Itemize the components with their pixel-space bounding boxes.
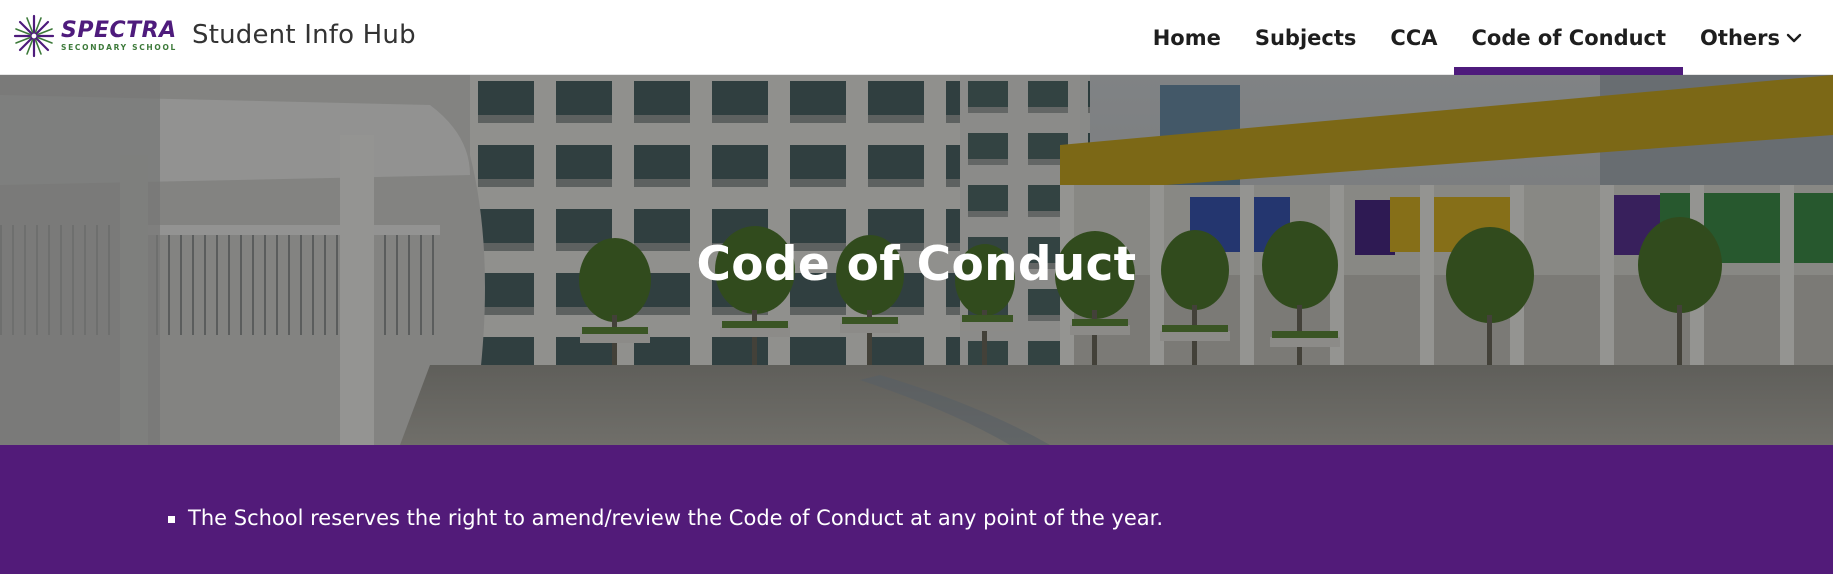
page-title: Code of Conduct [696, 237, 1137, 292]
chevron-down-icon [1786, 33, 1802, 43]
notice-section: The School reserves the right to amend/r… [0, 445, 1833, 574]
nav-item-others-dropdown[interactable]: Others [1683, 0, 1819, 75]
school-logo[interactable]: SPECTRA SECONDARY SCHOOL [13, 14, 177, 58]
list-item: The School reserves the right to amend/r… [168, 506, 1163, 531]
nav-item-cca[interactable]: CCA [1373, 0, 1454, 75]
nav-item-label: Others [1700, 25, 1780, 50]
logo-subtitle: SECONDARY SCHOOL [61, 43, 178, 53]
notice-list: The School reserves the right to amend/r… [168, 506, 1163, 531]
nav-item-label: Code of Conduct [1471, 25, 1667, 50]
spectra-star-icon [13, 14, 55, 58]
hero-banner: Code of Conduct [0, 75, 1833, 445]
nav-item-home[interactable]: Home [1136, 0, 1238, 75]
nav-item-label: CCA [1390, 25, 1438, 50]
logo-wordmark: SPECTRA [61, 18, 177, 44]
nav-item-code-of-conduct[interactable]: Code of Conduct [1454, 0, 1683, 75]
bullet-icon [168, 516, 175, 523]
main-nav: Home Subjects CCA Code of Conduct Others [1136, 0, 1833, 75]
notice-text: The School reserves the right to amend/r… [188, 506, 1164, 530]
nav-item-label: Home [1152, 25, 1221, 50]
nav-item-subjects[interactable]: Subjects [1238, 0, 1374, 75]
site-header: SPECTRA SECONDARY SCHOOL Student Info Hu… [0, 0, 1833, 75]
nav-item-label: Subjects [1254, 25, 1357, 50]
site-title[interactable]: Student Info Hub [192, 20, 416, 50]
